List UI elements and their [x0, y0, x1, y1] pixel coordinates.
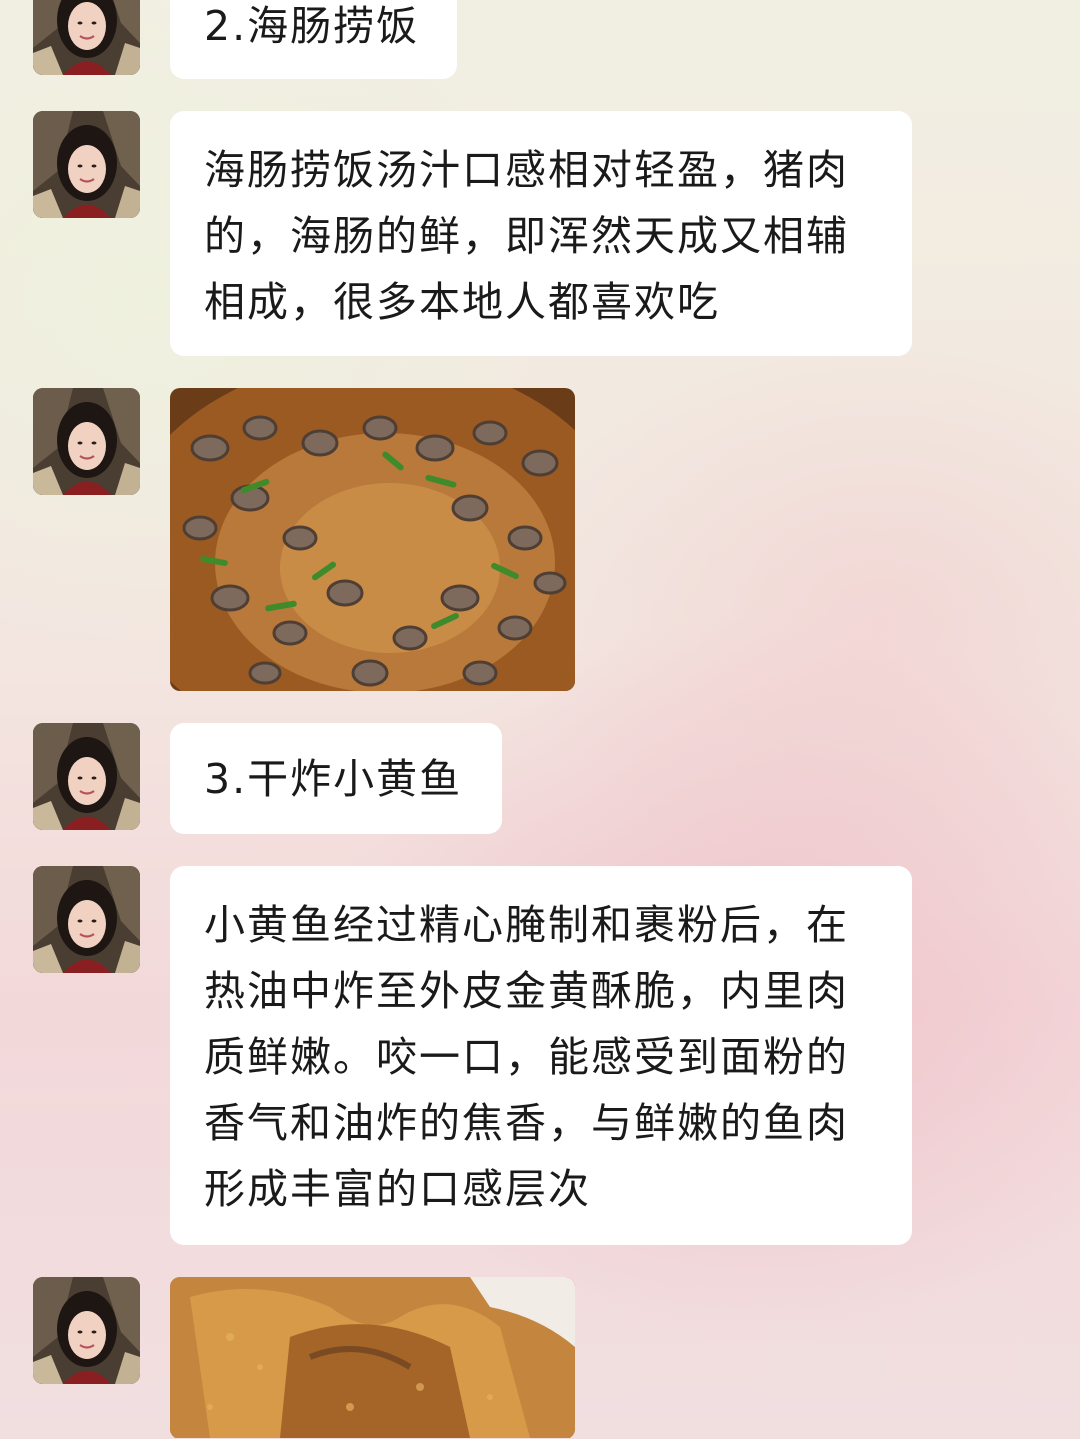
avatar[interactable]: [33, 723, 140, 830]
avatar[interactable]: [33, 1277, 140, 1384]
avatar[interactable]: [33, 111, 140, 218]
chat-thread[interactable]: 2.海肠捞饭 海肠捞饭汤汁口感相对轻盈，猪肉的，海肠的鲜，即浑然天成又相辅相成，…: [0, 0, 1080, 1439]
message-image[interactable]: [170, 1277, 575, 1439]
avatar[interactable]: [33, 0, 140, 75]
message-bubble[interactable]: 2.海肠捞饭: [170, 0, 457, 79]
message-text: 小黄鱼经过精心腌制和裹粉后，在热油中炸至外皮金黄酥脆，内里肉质鲜嫩。咬一口，能感…: [204, 901, 849, 1213]
avatar[interactable]: [33, 866, 140, 973]
message-bubble[interactable]: 小黄鱼经过精心腌制和裹粉后，在热油中炸至外皮金黄酥脆，内里肉质鲜嫩。咬一口，能感…: [170, 866, 912, 1245]
message-text: 2.海肠捞饭: [204, 1, 420, 50]
avatar[interactable]: [33, 388, 140, 495]
message-bubble[interactable]: 3.干炸小黄鱼: [170, 723, 502, 834]
message-text: 3.干炸小黄鱼: [204, 754, 463, 803]
message-text: 海肠捞饭汤汁口感相对轻盈，猪肉的，海肠的鲜，即浑然天成又相辅相成，很多本地人都喜…: [204, 146, 849, 326]
message-image[interactable]: [170, 388, 575, 691]
message-bubble[interactable]: 海肠捞饭汤汁口感相对轻盈，猪肉的，海肠的鲜，即浑然天成又相辅相成，很多本地人都喜…: [170, 111, 912, 356]
